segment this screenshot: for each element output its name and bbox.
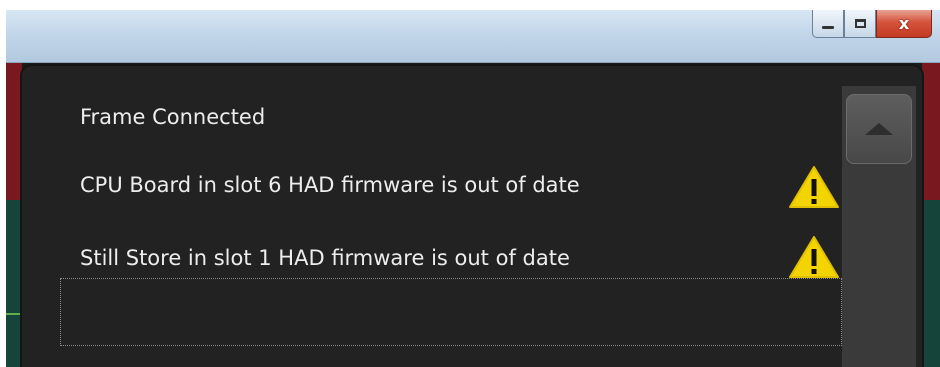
title-bar[interactable]: x xyxy=(6,10,940,63)
minimize-button[interactable] xyxy=(812,10,844,38)
close-button[interactable]: x xyxy=(876,10,932,38)
message-frame-connected[interactable]: Frame Connected xyxy=(80,105,265,129)
warning-icon xyxy=(789,166,839,208)
warning-icon xyxy=(789,236,839,278)
message-row-selected[interactable] xyxy=(60,278,842,346)
background-app-right xyxy=(922,63,940,367)
scroll-up-button[interactable] xyxy=(846,94,912,164)
background-app-left xyxy=(6,63,22,367)
maximize-button[interactable] xyxy=(844,10,876,38)
caption-buttons: x xyxy=(812,10,932,42)
message-still-store-firmware[interactable]: Still Store in slot 1 HAD firmware is ou… xyxy=(80,246,570,270)
vertical-scrollbar[interactable] xyxy=(842,86,916,367)
messages-panel: Frame Connected CPU Board in slot 6 HAD … xyxy=(22,66,922,367)
message-cpu-board-firmware[interactable]: CPU Board in slot 6 HAD firmware is out … xyxy=(80,173,580,197)
minimize-icon xyxy=(822,26,834,29)
maximize-icon xyxy=(854,19,866,28)
close-icon: x xyxy=(898,13,910,33)
message-window: x Frame Connected CPU Board in slot 6 HA… xyxy=(6,10,940,367)
scroll-up-icon xyxy=(865,123,893,135)
